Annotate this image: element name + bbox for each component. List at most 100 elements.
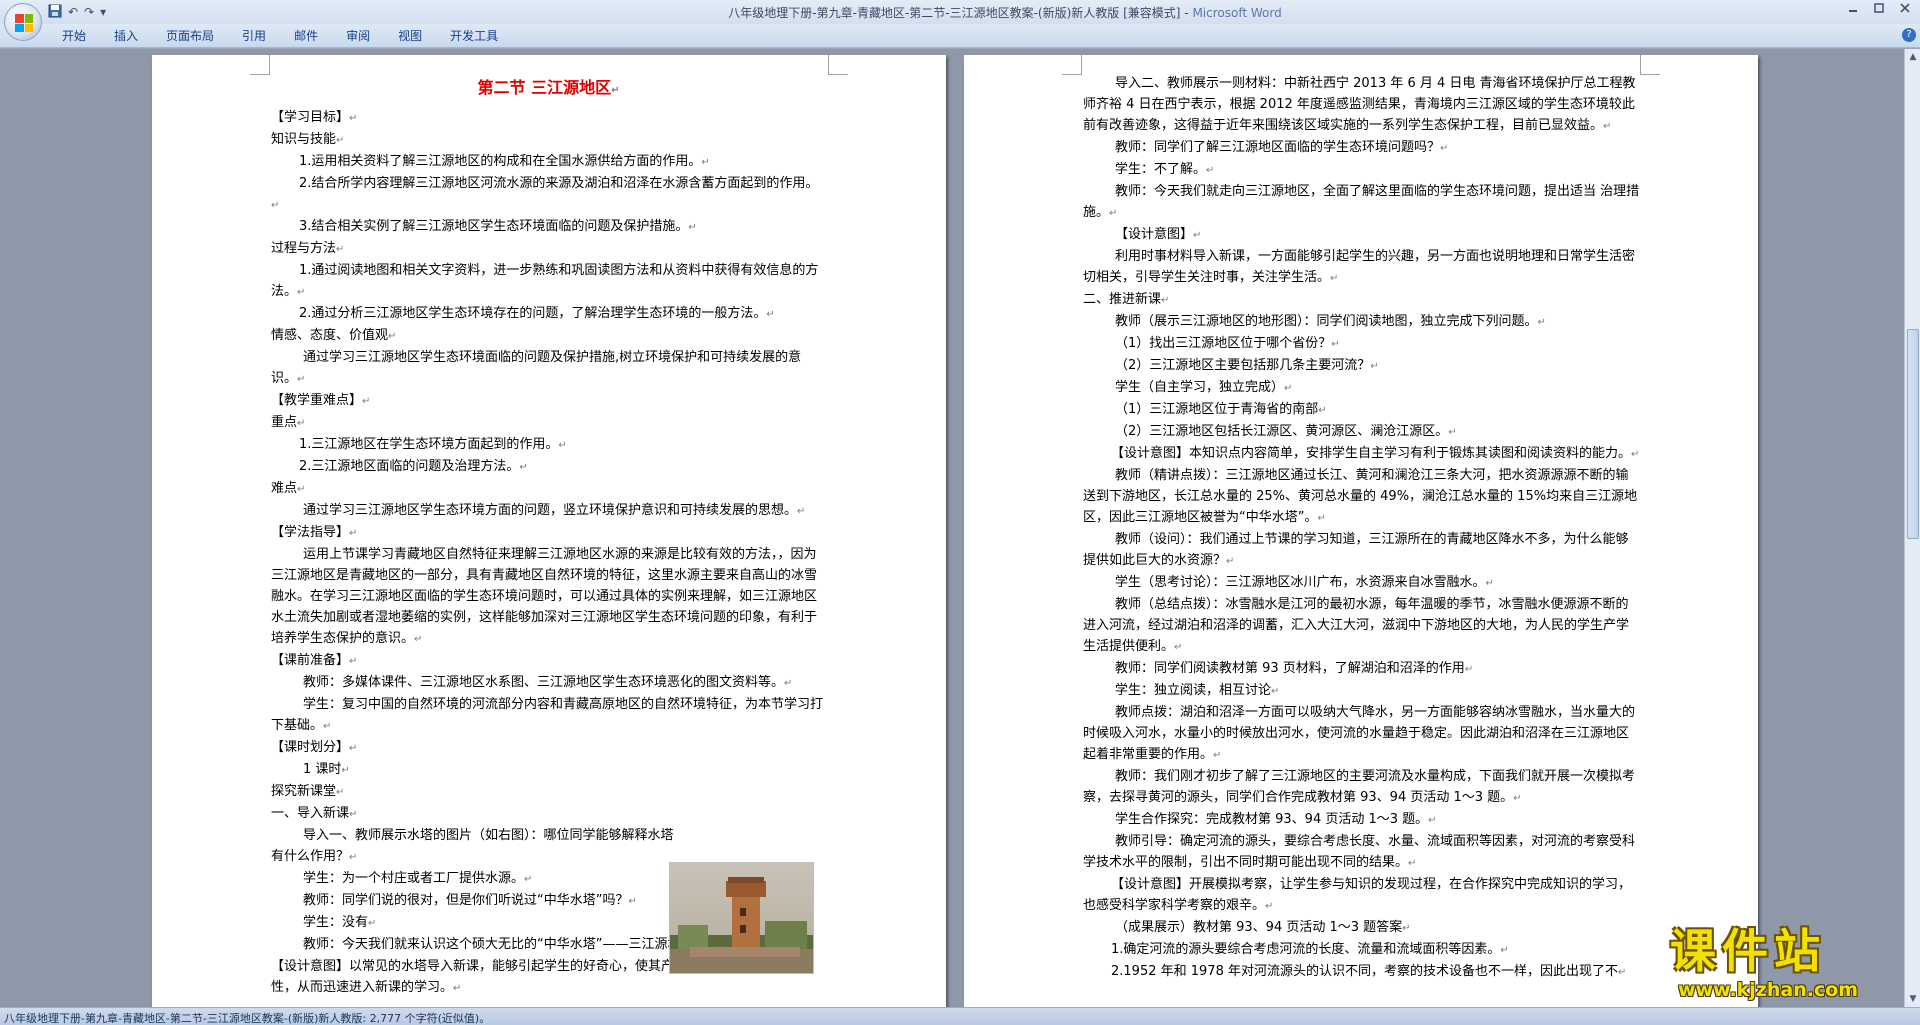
scroll-up-icon[interactable]: ▲ xyxy=(1905,49,1920,65)
paragraph: 2.结合所学内容理解三江源地区河流水源的来源及湖泊和沼泽在水源含蓄方面起到的作用… xyxy=(271,173,826,216)
paragraph: 1.通过阅读地图和相关文字资料，进一步熟练和巩固读图方法和从资料中获得有效信息的… xyxy=(271,260,826,303)
paragraph-text: 1 课时 xyxy=(303,762,342,777)
paragraph-mark-icon: ↵ xyxy=(453,983,462,994)
ribbon: 开始 插入 页面布局 引用 邮件 审阅 视图 开发工具 ? xyxy=(0,24,1920,48)
paragraph-text: 1.确定河流的源头要综合考虑河流的长度、流量和流域面积等因素。 xyxy=(1111,942,1501,957)
paragraph: 学生：复习中国的自然环境的河流部分内容和青藏高原地区的自然环境特征，为本节学习打… xyxy=(271,694,826,737)
paragraph: 1.三江源地区在学生态环境方面起到的作用。↵ xyxy=(271,434,826,456)
paragraph-text: 1.通过阅读地图和相关文字资料，进一步熟练和巩固读图方法和从资料中获得有效信息的… xyxy=(271,263,819,299)
paragraph-text: 教师（总结点拨）：冰雪融水是江河的最初水源，每年温暖的季节，冰雪融水便源源不断的… xyxy=(1083,597,1630,654)
paragraph-mark-icon: ↵ xyxy=(1464,664,1474,675)
page-2-content[interactable]: 导入二、教师展示一则材料：中新社西宁 2013 年 6 月 4 日电 青海省环境… xyxy=(1083,73,1641,983)
paragraph-text: 【设计意图】 xyxy=(1115,227,1194,242)
scroll-down-icon[interactable]: ▼ xyxy=(1905,991,1920,1007)
document-page-2[interactable]: 导入二、教师展示一则材料：中新社西宁 2013 年 6 月 4 日电 青海省环境… xyxy=(964,55,1758,1007)
paragraph-mark-icon: ↵ xyxy=(797,506,806,517)
paragraph: 【设计意图】↵ xyxy=(1083,224,1641,246)
paragraph: 教师点拨：湖泊和沼泽一方面可以吸纳大气降水，另一方面能够容纳冰雪融水，当水量大的… xyxy=(1083,702,1641,766)
document-page-1[interactable]: 第二节 三江源地区↵ 【学习目标】↵ 知识与技能↵ 1.运用相关资料了解三江源地区的… xyxy=(152,55,946,1007)
paragraph-text: 学生：独立阅读，相互讨论 xyxy=(1115,683,1272,698)
paragraph: 学生（思考讨论）：三江源地区冰川广布，水资源来自冰雪融水。↵ xyxy=(1083,572,1641,594)
ribbon-tab[interactable]: 视图 xyxy=(384,28,436,44)
paragraph: 情感、态度、价值观↵ xyxy=(271,325,826,347)
paragraph-text: 3.结合相关实例了解三江源地区学生态环境面临的问题及保护措施。 xyxy=(299,219,689,234)
paragraph-mark-icon: ↵ xyxy=(1500,945,1509,956)
paragraph-mark-icon: ↵ xyxy=(1537,317,1546,328)
paragraph-mark-icon: ↵ xyxy=(524,874,533,885)
crop-mark xyxy=(828,55,848,75)
paragraph-text: 【课前准备】 xyxy=(271,653,350,668)
window-title-doc: 八年级地理下册-第九章-青藏地区-第二节-三江源地区教案-(新版)新人教版 [兼… xyxy=(728,6,1193,20)
paragraph: 【学法指导】↵ xyxy=(271,522,826,544)
ribbon-tab[interactable]: 页面布局 xyxy=(152,28,228,44)
paragraph: 难点↵ xyxy=(271,478,826,500)
ribbon-tab[interactable]: 引用 xyxy=(228,28,280,44)
paragraph-text: 教师：同学们说的很对，但是你们听说过“中华水塔”吗？ xyxy=(303,893,629,908)
paragraph: 教师：我们刚才初步了解了三江源地区的主要河流及水量构成，下面我们就开展一次模拟考… xyxy=(1083,766,1641,809)
paragraph-text: 学生：没有 xyxy=(303,915,369,930)
help-icon[interactable]: ? xyxy=(1902,28,1916,42)
paragraph: 教师：今天我们就走向三江源地区，全面了解这里面临的学生态环境问题，提出适当 治理… xyxy=(1083,181,1641,224)
page-1-content[interactable]: 第二节 三江源地区↵ 【学习目标】↵ 知识与技能↵ 1.运用相关资料了解三江源地区的… xyxy=(271,73,826,999)
paragraph-text: （1）找出三江源地区位于哪个省份？ xyxy=(1115,336,1332,351)
water-tower-image xyxy=(669,862,814,974)
ribbon-tab[interactable]: 开始 xyxy=(48,28,100,44)
minimize-icon[interactable] xyxy=(1842,1,1864,19)
paragraph: （2）三江源地区主要包括那几条主要河流？↵ xyxy=(1083,355,1641,377)
close-icon[interactable] xyxy=(1894,1,1916,19)
paragraph: （1）三江源地区位于青海省的南部↵ xyxy=(1083,399,1641,421)
paragraph: 导入二、教师展示一则材料：中新社西宁 2013 年 6 月 4 日电 青海省环境… xyxy=(1083,73,1641,137)
paragraph: 教师（设问）：我们通过上节课的学习知道，三江源所在的青藏地区降水不多，为什么能够… xyxy=(1083,529,1641,572)
paragraph-mark-icon: ↵ xyxy=(1331,339,1340,350)
paragraph-text: 教师：今天我们就走向三江源地区，全面了解这里面临的学生态环境问题，提出适当 治理… xyxy=(1083,184,1640,220)
paragraph-mark-icon: ↵ xyxy=(336,244,345,255)
paragraph: 【课时划分】↵ xyxy=(271,737,826,759)
paragraph-text: 【教学重难点】 xyxy=(271,393,363,408)
paragraph: 【课前准备】↵ xyxy=(271,650,826,672)
paragraph-text: 导入二、教师展示一则材料：中新社西宁 2013 年 6 月 4 日电 青海省环境… xyxy=(1083,76,1636,133)
paragraph-text: （成果展示）教材第 93、94 页活动 1～3 题答案 xyxy=(1115,920,1403,935)
title-bar: ↶ ↷ ▾ 八年级地理下册-第九章-青藏地区-第二节-三江源地区教案-(新版)新… xyxy=(0,0,1920,41)
paragraph-mark-icon: ↵ xyxy=(362,396,371,407)
paragraph-text: 2.1952 年和 1978 年对河流源头的认识不同，考察的技术设备也不一样，因… xyxy=(1111,964,1618,979)
paragraph-text: 教师：同学们了解三江源地区面临的学生态环境问题吗？ xyxy=(1115,140,1441,155)
paragraph-text: 学生：复习中国的自然环境的河流部分内容和青藏高原地区的自然环境特征，为本节学习打… xyxy=(271,697,824,733)
paragraph-mark-icon: ↵ xyxy=(341,765,350,776)
paragraph-text: 难点 xyxy=(271,481,298,496)
paragraph-mark-icon: ↵ xyxy=(297,484,306,495)
paragraph-text: 导入一、教师展示水塔的图片（如右图）：哪位同学能够解释水塔有什么作用？ xyxy=(271,828,674,864)
paragraph-text: 教师（设问）：我们通过上节课的学习知道，三江源所在的青藏地区降水不多，为什么能够… xyxy=(1083,532,1629,568)
paragraph-mark-icon: ↵ xyxy=(349,656,358,667)
ribbon-tab[interactable]: 审阅 xyxy=(332,28,384,44)
office-button[interactable] xyxy=(4,3,42,41)
paragraph: 2.三江源地区面临的问题及治理方法。↵ xyxy=(271,456,826,478)
ribbon-tab[interactable]: 邮件 xyxy=(280,28,332,44)
maximize-icon[interactable] xyxy=(1868,1,1890,19)
paragraph-text: 教师（展示三江源地区的地形图）：同学们阅读地图，独立完成下列问题。 xyxy=(1115,314,1538,329)
document-workspace: 第二节 三江源地区↵ 【学习目标】↵ 知识与技能↵ 1.运用相关资料了解三江源地区的… xyxy=(0,49,1904,1007)
paragraph-text: 1.三江源地区在学生态环境方面起到的作用。 xyxy=(299,437,559,452)
paragraph-text: 教师点拨：湖泊和沼泽一方面可以吸纳大气降水，另一方面能够容纳冰雪融水，当水量大的… xyxy=(1083,705,1636,762)
paragraph: （1）找出三江源地区位于哪个省份？↵ xyxy=(1083,333,1641,355)
paragraph: 探究新课堂↵ xyxy=(271,781,826,803)
paragraph: 运用上节课学习青藏地区自然特征来理解三江源地区水源的来源是比较有效的方法，，因为… xyxy=(271,544,826,650)
paragraph-text: （2）三江源地区主要包括那几条主要河流？ xyxy=(1115,358,1371,373)
ribbon-tab[interactable]: 开发工具 xyxy=(436,28,512,44)
paragraph: （成果展示）教材第 93、94 页活动 1～3 题答案↵ xyxy=(1083,917,1641,939)
paragraph-text: 教师引导：确定河流的源头，要综合考虑长度、水量、流域面积等因素，对河流的考察受科… xyxy=(1083,834,1636,870)
vertical-scrollbar[interactable]: ▲ ▼ xyxy=(1904,49,1920,1007)
crop-mark xyxy=(1640,55,1660,75)
office-logo-icon xyxy=(15,14,33,32)
scrollbar-thumb[interactable] xyxy=(1907,329,1919,539)
paragraph-mark-icon: ↵ xyxy=(1330,273,1339,284)
paragraph-mark-icon: ↵ xyxy=(519,462,528,473)
paragraph-text: 2.结合所学内容理解三江源地区河流水源的来源及湖泊和沼泽在水源含蓄方面起到的作用… xyxy=(299,176,819,191)
paragraph-mark-icon: ↵ xyxy=(388,331,397,342)
ribbon-tabs: 开始 插入 页面布局 引用 邮件 审阅 视图 开发工具 xyxy=(48,28,512,44)
paragraph-mark-icon: ↵ xyxy=(368,918,377,929)
ribbon-tab[interactable]: 插入 xyxy=(100,28,152,44)
paragraph-text: 【设计意图】开展模拟考察，让学生参与知识的发现过程，在合作探究中完成知识的学习，… xyxy=(1083,877,1632,913)
paragraph: 教师（总结点拨）：冰雪融水是江河的最初水源，每年温暖的季节，冰雪融水便源源不断的… xyxy=(1083,594,1641,658)
paragraph: 知识与技能↵ xyxy=(271,129,826,151)
paragraph-mark-icon: ↵ xyxy=(349,809,358,820)
